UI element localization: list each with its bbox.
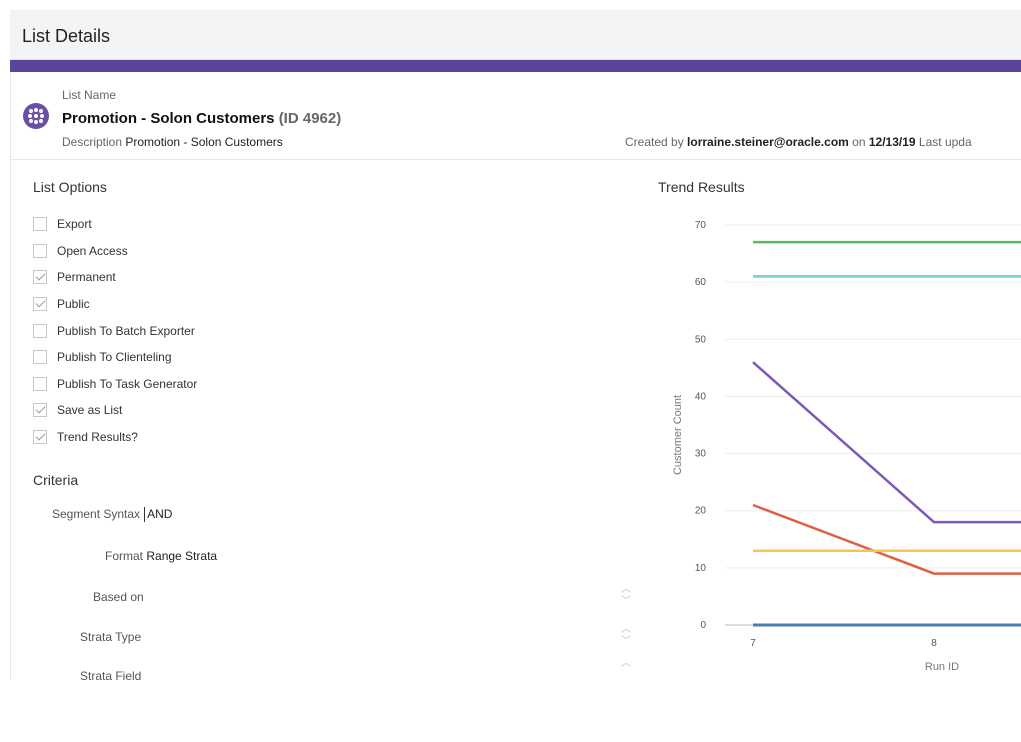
chevron-up-icon[interactable]: ︿ [621,585,631,595]
chevron-down-icon[interactable]: ﹀ [621,597,631,607]
list-name-label: List Name [62,88,117,102]
option-label: Publish To Clienteling [57,350,172,365]
option-label: Public [57,297,90,312]
description: Description Promotion - Solon Customers [62,135,283,149]
y-tick-label: 0 [700,620,706,631]
option-open-access[interactable]: Open Access [33,238,197,265]
open-access-checkbox[interactable] [33,243,47,258]
format-value[interactable]: Range Strata [146,549,217,563]
option-label: Permanent [57,270,116,285]
y-tick-label: 20 [695,506,707,517]
option-publish-clienteling[interactable]: Publish To Clienteling [33,344,197,371]
option-public[interactable]: Public [33,291,197,318]
option-label: Export [57,217,92,232]
y-tick-label: 40 [695,391,707,402]
option-label: Save as List [57,403,123,418]
strata-type-spinner[interactable]: ︿ ﹀ [620,625,634,652]
chevron-up-icon[interactable]: ︿ [621,659,631,669]
list-header: List Name Promotion - Solon Customers (I… [10,72,1021,160]
list-options-title: List Options [33,179,107,195]
segment-syntax-row: Segment Syntax AND [52,507,172,523]
based-on-label: Based on [93,590,144,604]
list-name: Promotion - Solon Customers (ID 4962) [62,110,341,127]
option-publish-batch-exporter[interactable]: Publish To Batch Exporter [33,317,197,344]
export-checkbox[interactable] [33,217,47,232]
chevron-down-icon[interactable]: ﹀ [621,637,631,647]
panel-left-border [10,72,11,742]
publish-batch-exporter-checkbox[interactable] [33,323,47,338]
description-value: Promotion - Solon Customers [125,135,283,149]
text-cursor [144,507,146,523]
trend-results-checkbox[interactable] [33,430,47,445]
x-tick-label: 7 [750,638,756,649]
option-permanent[interactable]: Permanent [33,264,197,291]
option-export[interactable]: Export [33,211,197,238]
option-label: Publish To Task Generator [57,376,198,391]
y-tick-label: 60 [695,277,707,288]
y-tick-label: 70 [695,220,707,231]
y-axis-label: Customer Count [672,395,684,475]
option-publish-task-generator[interactable]: Publish To Task Generator [33,371,197,398]
list-options: Export Open Access Permanent Public Publ… [33,211,197,450]
y-tick-label: 30 [695,449,707,460]
based-on-spinner[interactable]: ︿ ﹀ [620,585,634,612]
trend-results-title: Trend Results [658,179,745,195]
list-id: (ID 4962) [278,110,342,127]
option-trend-results[interactable]: Trend Results? [33,424,197,451]
last-updated-label: Last upda [918,135,972,149]
public-checkbox[interactable] [33,297,47,312]
x-axis-label: Run ID [925,661,959,673]
permanent-checkbox[interactable] [33,270,47,285]
option-label: Trend Results? [57,430,138,445]
title-bar: List Details [10,10,1021,60]
bottom-blank-area [10,680,1021,742]
chevron-up-icon[interactable]: ︿ [621,625,631,635]
publish-clienteling-checkbox[interactable] [33,350,47,365]
y-tick-label: 50 [695,334,707,345]
list-name-value: Promotion - Solon Customers [62,110,275,127]
publish-task-generator-checkbox[interactable] [33,376,47,391]
format-row: Format Range Strata [105,549,217,563]
segment-syntax-label: Segment Syntax [52,507,141,521]
format-label: Format [105,549,144,563]
x-tick-label: 8 [931,638,937,649]
created-on-label: on [852,135,866,149]
page-title: List Details [22,26,111,46]
criteria-title: Criteria [33,472,79,488]
option-save-as-list[interactable]: Save as List [33,397,197,424]
series-line-3[interactable] [752,361,1021,524]
created-date: 12/13/19 [868,135,916,149]
created-by-user: lorraine.steiner@oracle.com [687,135,849,149]
trend-chart: 0 10 20 30 40 50 60 70 7 8 Customer Count Run ID [640,210,1021,680]
strata-type-label: Strata Type [80,630,142,644]
segment-syntax-input[interactable]: AND [147,507,172,521]
accent-bar [10,60,1021,72]
trend-chart-svg: 0 10 20 30 40 50 60 70 7 8 Customer Count Run ID [672,220,1021,673]
y-tick-label: 10 [695,563,707,574]
option-label: Publish To Batch Exporter [57,323,195,338]
list-icon [23,103,49,129]
created-info: Created by lorraine.steiner@oracle.com o… [625,135,1021,149]
option-label: Open Access [57,243,128,258]
description-label: Description [62,135,123,149]
save-as-list-checkbox[interactable] [33,403,47,418]
created-by-label: Created by [625,135,684,149]
series-line-4[interactable] [752,503,1021,575]
